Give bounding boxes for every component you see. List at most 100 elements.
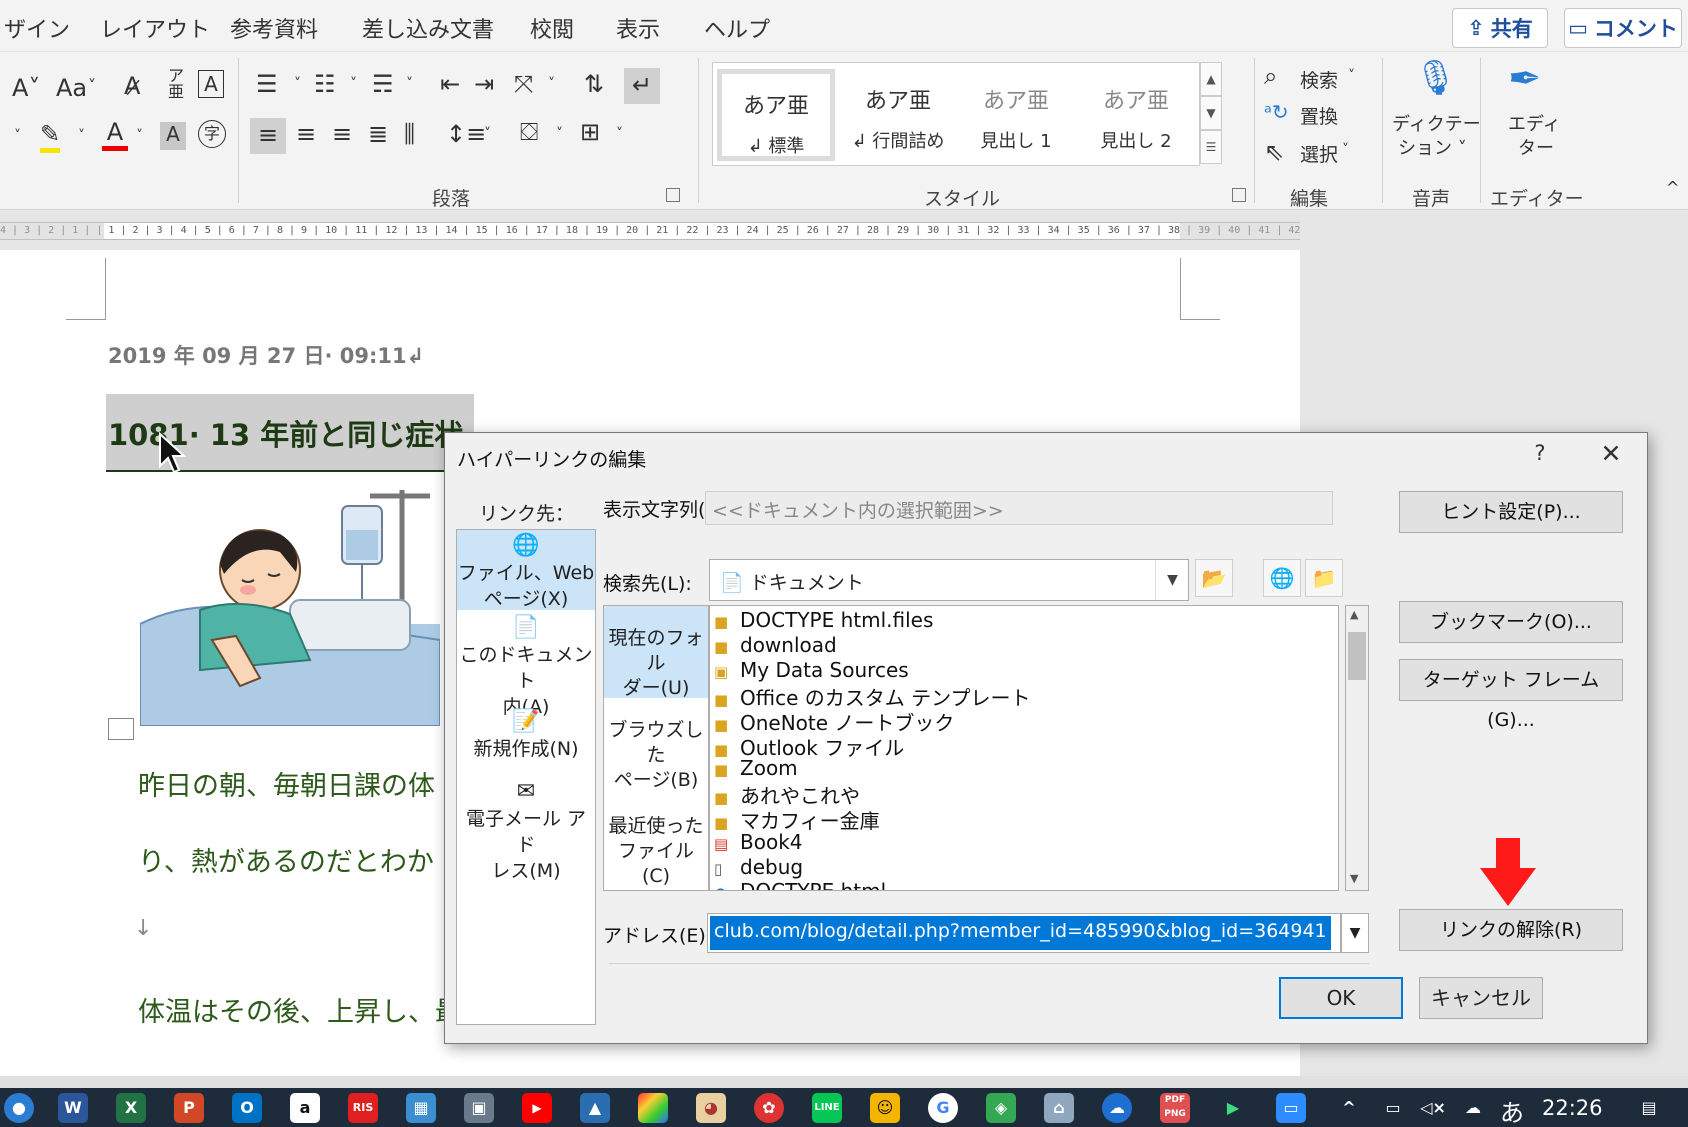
share-button[interactable]: ⇪ 共有	[1452, 8, 1548, 48]
clear-format-icon[interactable]: A̷	[124, 72, 140, 100]
tab-review[interactable]: 校閲	[530, 12, 574, 44]
cancel-button[interactable]: キャンセル	[1419, 977, 1543, 1019]
help-button[interactable]: ?	[1525, 441, 1555, 469]
file-row[interactable]: ■ あれやこれや	[714, 780, 860, 808]
comment-button[interactable]: ▭ コメント	[1564, 8, 1682, 48]
file-row[interactable]: ● DOCTYPE html	[714, 879, 886, 890]
powerpoint-icon[interactable]: P	[174, 1093, 204, 1123]
dropdown-arrow-icon[interactable]: ˅	[14, 128, 21, 144]
browse-web-icon[interactable]: 🌐	[1263, 559, 1301, 597]
align-right-icon[interactable]: ≡	[332, 120, 352, 148]
file-row[interactable]: ■ download	[714, 633, 837, 659]
numbering-icon[interactable]: ☷	[314, 70, 336, 98]
photos-icon[interactable]: ▲	[580, 1093, 610, 1123]
ok-button[interactable]: OK	[1279, 977, 1403, 1019]
horizontal-ruler[interactable]: 4 | 3 | 2 | 1 | | 1 | 2 | 3 | 4 | 5 | 6 …	[0, 222, 1300, 240]
file-row[interactable]: ■ Outlook ファイル	[714, 732, 904, 760]
tab-view[interactable]: 表示	[616, 12, 660, 44]
paint-icon[interactable]	[638, 1093, 668, 1123]
dropdown-arrow-icon[interactable]: ˅	[1348, 68, 1355, 84]
style-normal[interactable]: あア亜 ↲ 標準	[717, 69, 835, 161]
scroll-down-icon[interactable]: ▼	[1350, 872, 1358, 885]
word-icon[interactable]: W	[58, 1093, 88, 1123]
change-case-button[interactable]: Aa	[56, 74, 87, 102]
align-left-icon[interactable]: ≡	[250, 118, 286, 154]
bullets-icon[interactable]: ☰	[256, 70, 278, 98]
dropdown-arrow-icon[interactable]: ˅	[136, 128, 143, 144]
highlight-color-icon[interactable]: ✎	[40, 120, 61, 153]
shading-icon[interactable]: ⛋	[520, 118, 538, 146]
target-frame-button[interactable]: ターゲット フレーム(G)...	[1399, 659, 1623, 731]
file-row[interactable]: ▣ My Data Sources	[714, 658, 909, 684]
file-row[interactable]: ■ OneNote ノートブック	[714, 707, 954, 735]
styles-launcher-icon[interactable]	[1232, 188, 1246, 202]
palette-icon[interactable]: ◕	[696, 1093, 726, 1123]
user-icon[interactable]: ●	[4, 1093, 34, 1123]
excel-icon[interactable]: X	[116, 1093, 146, 1123]
outlook-icon[interactable]: O	[232, 1093, 262, 1123]
dropdown-arrow-icon[interactable]: ˅	[406, 76, 413, 92]
look-in-select[interactable]: 📄 ドキュメント	[709, 559, 1189, 601]
cloud-icon[interactable]: ☁	[1458, 1093, 1488, 1123]
dictation-label[interactable]: ディクテー	[1392, 110, 1481, 136]
style-no-spacing[interactable]: あア亜 ↲ 行間詰め	[839, 69, 957, 161]
multilevel-list-icon[interactable]: ☴	[372, 70, 394, 98]
zoom-icon[interactable]: ▭	[1276, 1093, 1306, 1123]
nav-create-new[interactable]: 📝 新規作成(N)	[457, 706, 595, 770]
app-icon[interactable]: ⌂	[1044, 1093, 1074, 1123]
editor-label-2[interactable]: ター	[1518, 134, 1554, 160]
chevron-down-icon[interactable]: ▼	[1155, 560, 1189, 600]
replace-button[interactable]: 置換	[1300, 102, 1338, 129]
file-row[interactable]: ■ DOCTYPE html.files	[714, 608, 933, 634]
address-input[interactable]: club.com/blog/detail.php?member_id=48599…	[707, 913, 1341, 953]
nav-email-address[interactable]: ✉ 電子メール アド レス(M)	[457, 776, 595, 883]
dropdown-arrow-icon[interactable]: ˅	[1342, 142, 1349, 158]
distributed-icon[interactable]: ⫼	[404, 120, 415, 148]
gallery-up-icon[interactable]: ▲	[1200, 62, 1222, 96]
phonetic-guide-icon[interactable]: ア亜	[168, 68, 184, 100]
file-row[interactable]: ▤ Book4	[714, 830, 803, 856]
tray-up-icon[interactable]: ^	[1334, 1093, 1364, 1123]
file-row[interactable]: ■ Zoom	[714, 756, 798, 782]
find-button[interactable]: 検索	[1300, 66, 1338, 93]
app-icon[interactable]: ✿	[754, 1093, 784, 1123]
tab-design[interactable]: ザイン	[4, 12, 70, 44]
onedrive-icon[interactable]: ☁	[1102, 1093, 1132, 1123]
close-button[interactable]: ✕	[1591, 439, 1631, 471]
paragraph-launcher-icon[interactable]	[666, 188, 680, 202]
file-row[interactable]: ■ Office のカスタム テンプレート	[714, 682, 1031, 710]
align-center-icon[interactable]: ≡	[296, 120, 316, 148]
nav-this-document[interactable]: 📄 このドキュメント 内(A)	[457, 612, 595, 719]
replace-icon[interactable]: ᵃ↻	[1264, 100, 1289, 124]
loc-browsed-pages[interactable]: ブラウズした ページ(B)	[604, 718, 708, 791]
file-row[interactable]: ▯ debug	[714, 855, 803, 881]
line-spacing-icon[interactable]: ↕≡	[446, 120, 486, 148]
editor-pen-icon[interactable]: ✒	[1508, 56, 1542, 102]
youtube-icon[interactable]: ▶	[522, 1093, 552, 1123]
notification-icon[interactable]: ▤	[1634, 1093, 1664, 1123]
loc-current-folder[interactable]: 現在のフォル ダー(U)	[604, 606, 708, 699]
dropdown-arrow-icon[interactable]: ˅	[78, 128, 85, 144]
enclose-char-icon[interactable]: 字	[198, 120, 226, 148]
dropdown-arrow-icon[interactable]: ˅	[350, 76, 357, 92]
select-button[interactable]: 選択	[1300, 140, 1338, 167]
speaker-muted-icon[interactable]: ◁×	[1418, 1093, 1448, 1123]
app-icon[interactable]: ☺	[870, 1093, 900, 1123]
dropdown-arrow-icon[interactable]: ˅	[548, 76, 555, 92]
remove-link-button[interactable]: リンクの解除(R)	[1399, 909, 1623, 951]
decrease-indent-icon[interactable]: ⇤	[440, 70, 460, 98]
loc-recent-files[interactable]: 最近使った ファイル(C)	[604, 814, 708, 887]
nav-file-web-page[interactable]: 🌐 ファイル、Web ページ(X)	[457, 530, 595, 610]
increase-indent-icon[interactable]: ⇥	[474, 70, 494, 98]
search-icon[interactable]: ⌕	[1264, 62, 1277, 90]
up-folder-icon[interactable]: 📂	[1195, 559, 1233, 597]
font-color-icon[interactable]: A	[102, 118, 128, 151]
sort-icon[interactable]: ⇅	[584, 70, 604, 98]
text-direction-icon[interactable]: ⤧	[514, 70, 533, 98]
file-list-scrollbar[interactable]: ▲ ▼	[1345, 605, 1369, 891]
app-icon[interactable]: ▣	[464, 1093, 494, 1123]
battery-icon[interactable]: ▭	[1378, 1093, 1408, 1123]
microphone-icon[interactable]: 🎙	[1414, 58, 1457, 98]
justify-icon[interactable]: ≣	[368, 120, 388, 148]
shrink-font-button[interactable]: A˅	[12, 74, 40, 102]
